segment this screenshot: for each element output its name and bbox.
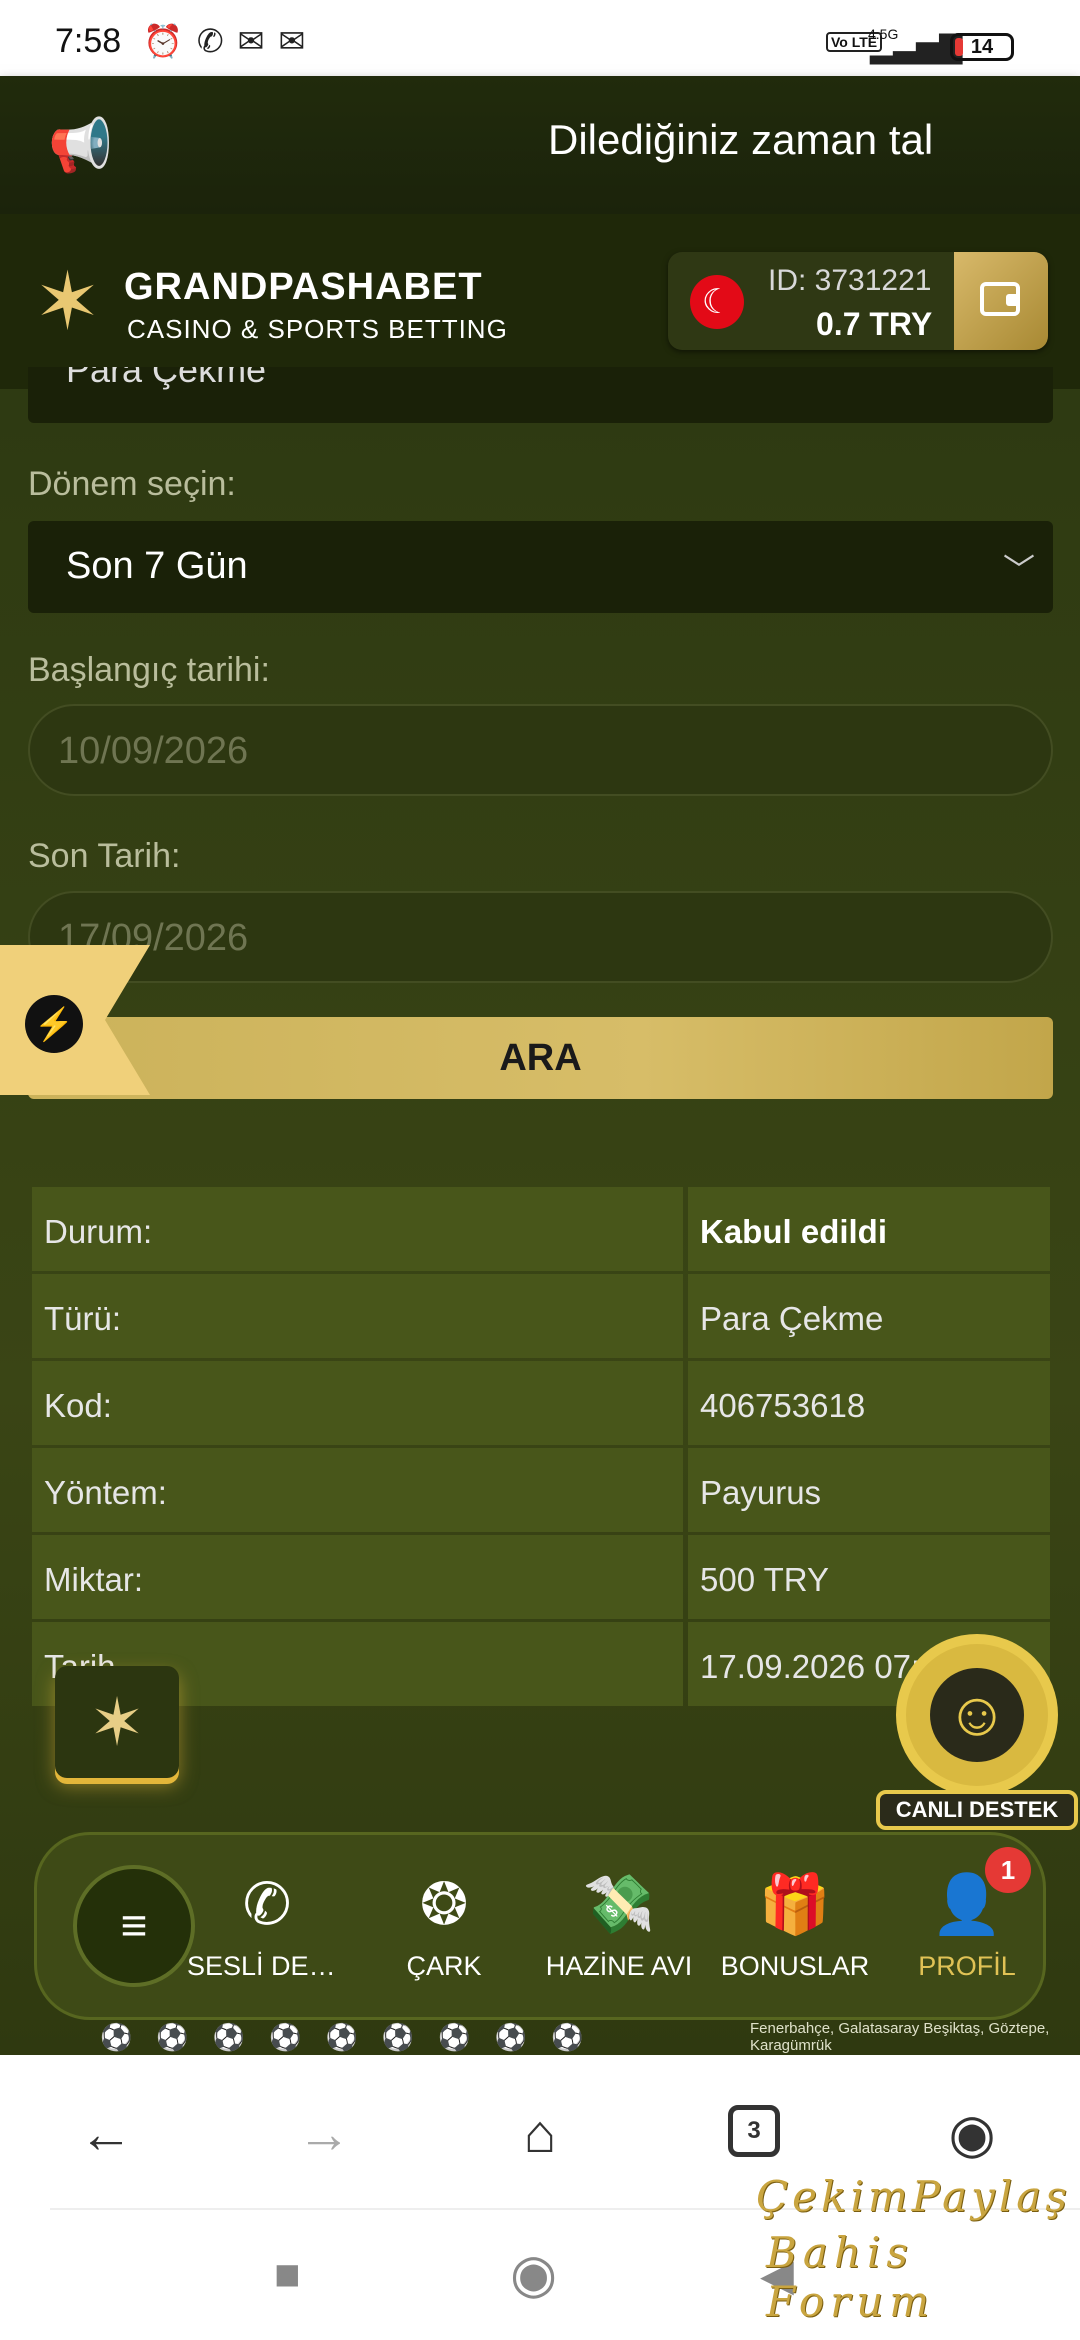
table-row: Kod: 406753618	[32, 1361, 1050, 1448]
period-label: Dönem seçin:	[28, 465, 236, 503]
status-time: 7:58	[55, 22, 122, 60]
sponsors-strip: ⚽⚽⚽⚽⚽⚽⚽⚽⚽ Fenerbahçe, Galatasaray Beşikt…	[100, 2020, 1080, 2056]
detail-key: Türü:	[32, 1274, 683, 1358]
gift-icon: 🎁	[758, 1872, 832, 1937]
headset-agent-icon: ☺	[930, 1668, 1024, 1762]
detail-value: 406753618	[688, 1361, 1050, 1445]
watermark-line2: Bahis Forum	[766, 2228, 936, 2326]
star-icon: ✶	[89, 1685, 145, 1759]
detail-value: Payurus	[688, 1448, 1050, 1532]
battery-icon: 14	[950, 33, 1014, 61]
wallet-button[interactable]	[954, 252, 1048, 350]
floating-star-button[interactable]: ✶	[55, 1666, 179, 1778]
detail-value: Kabul edildi	[688, 1187, 1050, 1271]
money-icon: 💸	[582, 1872, 656, 1937]
club-logos: ⚽⚽⚽⚽⚽⚽⚽⚽⚽	[100, 2022, 608, 2052]
chevron-down-icon: ﹀	[1002, 552, 1035, 588]
logo-star-icon: ✶	[34, 257, 102, 346]
table-row: Miktar: 500 TRY	[32, 1535, 1050, 1622]
messenger-icon: ⚡	[25, 995, 83, 1053]
nav-item-voice-support[interactable]: ✆ SESLİ DES...	[187, 1867, 347, 1982]
wallet-icon	[980, 282, 1020, 316]
watermark-line1: ÇekimPaylaş	[756, 2172, 1071, 2221]
announcement-bar: 📢 Dilediğiniz zaman tal	[0, 76, 1080, 214]
nav-item-wheel[interactable]: ❂ ÇARK	[364, 1867, 524, 1982]
transaction-type-value: Para Çekme	[66, 367, 267, 390]
notification-icons: ⏰✆✉✉	[143, 23, 320, 59]
nav-label: SESLİ DES...	[187, 1951, 347, 1981]
menu-button[interactable]: ≡	[73, 1865, 195, 1987]
live-support-label: CANLI DESTEK	[876, 1790, 1078, 1830]
network-type: 4.5G	[868, 26, 899, 42]
status-bar: 7:58 ⏰✆✉✉ Vo LTE ▂▃▅▇ 4.5G 14	[0, 0, 1080, 76]
phone-icon: ✆	[242, 1872, 292, 1937]
nav-label: PROFİL	[918, 1951, 1016, 1981]
turkey-flag-icon: ☾	[690, 275, 744, 329]
nav-label: ÇARK	[406, 1951, 482, 1981]
home-circle-icon[interactable]: ◉	[510, 2242, 557, 2305]
end-date-input[interactable]: 17/09/2026	[28, 891, 1053, 983]
start-date-value: 10/09/2026	[58, 730, 249, 772]
back-icon[interactable]: ←	[66, 2099, 146, 2169]
hamburger-icon: ≡	[120, 1899, 148, 1951]
site-header: ✶ GRANDPASHABET CASINO & SPORTS BETTING …	[0, 214, 1080, 389]
live-support-button[interactable]: ☺ CANLI DESTEK	[876, 1634, 1078, 1836]
brand-subtitle: CASINO & SPORTS BETTING	[127, 314, 508, 344]
period-select[interactable]: Son 7 Gün ﹀	[28, 521, 1053, 613]
detail-key: Miktar:	[32, 1535, 683, 1619]
table-row: Durum: Kabul edildi	[32, 1187, 1050, 1274]
nav-item-treasure-hunt[interactable]: 💸 HAZİNE AVI	[539, 1867, 699, 1982]
live-support-circle: ☺	[896, 1634, 1058, 1796]
forward-icon[interactable]: →	[284, 2099, 364, 2169]
bottom-navigation: ≡ ✆ SESLİ DES... ❂ ÇARK 💸 HAZİNE AVI 🎁 B…	[34, 1832, 1046, 2020]
account-circle-icon[interactable]: ◉	[932, 2099, 1012, 2169]
detail-key: Yöntem:	[32, 1448, 683, 1532]
brand-name[interactable]: GRANDPASHABET	[124, 266, 483, 309]
table-row: Yöntem: Payurus	[32, 1448, 1050, 1535]
start-date-input[interactable]: 10/09/2026	[28, 704, 1053, 796]
notification-badge: 1	[985, 1847, 1031, 1893]
detail-key: Kod:	[32, 1361, 683, 1445]
account-box[interactable]: ☾ ID: 3731221 0.7 TRY	[668, 252, 1048, 350]
account-id: ID: 3731221	[768, 264, 932, 297]
home-icon[interactable]: ⌂	[500, 2099, 580, 2169]
account-balance: 0.7 TRY	[816, 306, 933, 342]
nav-label: HAZİNE AVI	[545, 1951, 693, 1981]
detail-key: Durum:	[32, 1187, 683, 1271]
wheel-icon: ❂	[419, 1872, 469, 1937]
detail-value: 500 TRY	[688, 1535, 1050, 1619]
sponsors-text: Fenerbahçe, Galatasaray Beşiktaş, Göztep…	[750, 2020, 1050, 2054]
nav-item-profile[interactable]: 👤 PROFİL 1	[887, 1847, 1047, 1982]
start-date-label: Başlangıç tarihi:	[28, 651, 270, 689]
end-date-label: Son Tarih:	[28, 837, 181, 875]
nav-label: BONUSLAR	[720, 1951, 870, 1981]
search-button[interactable]: ARA	[28, 1017, 1053, 1099]
table-row: Türü: Para Çekme	[32, 1274, 1050, 1361]
period-value: Son 7 Gün	[66, 545, 248, 587]
megaphone-icon[interactable]: 📢	[48, 116, 113, 176]
announcement-text: Dilediğiniz zaman tal	[548, 116, 934, 163]
detail-value: Para Çekme	[688, 1274, 1050, 1358]
transaction-details-table: Durum: Kabul edildi Türü: Para Çekme Kod…	[32, 1187, 1050, 1709]
nav-item-bonuses[interactable]: 🎁 BONUSLAR	[715, 1867, 875, 1982]
recents-icon[interactable]: ■	[274, 2250, 301, 2300]
transaction-type-select[interactable]: Para Çekme	[28, 367, 1053, 423]
tabs-button[interactable]: 3	[728, 2105, 780, 2157]
